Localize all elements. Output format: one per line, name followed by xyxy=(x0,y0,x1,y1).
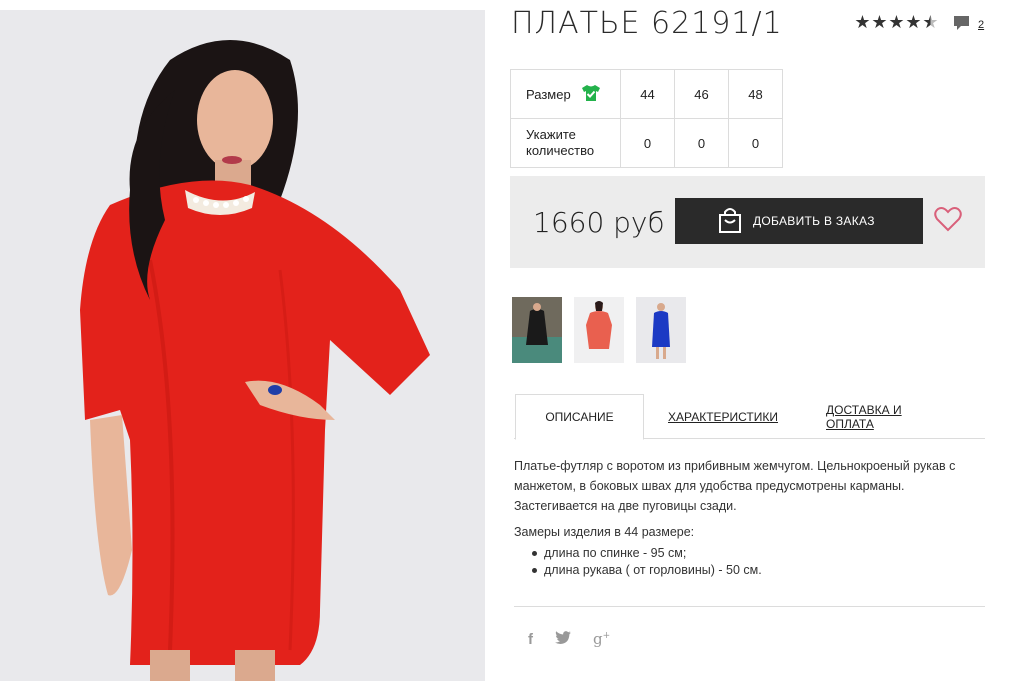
thumbnail-red-dress[interactable] xyxy=(574,297,624,363)
list-item: длина по спинке - 95 см; xyxy=(532,545,762,562)
thumbnail-black-dress[interactable] xyxy=(512,297,562,363)
google-plus-icon[interactable]: g+ xyxy=(593,630,610,648)
comments-count[interactable]: 2 xyxy=(978,19,984,31)
size-label: Размер xyxy=(526,86,571,102)
size-option[interactable]: 44 xyxy=(620,69,675,119)
comment-icon xyxy=(953,14,970,36)
quantity-input[interactable]: 0 xyxy=(674,118,729,168)
thumbnail-blue-dress[interactable] xyxy=(636,297,686,363)
add-to-order-label: ДОБАВИТЬ В ЗАКАЗ xyxy=(753,214,875,228)
half-star-icon[interactable]: ★ xyxy=(922,12,939,33)
size-option[interactable]: 48 xyxy=(728,69,783,119)
quantity-label: Укажите количество xyxy=(510,118,621,168)
divider xyxy=(514,606,985,607)
social-share: f g+ xyxy=(528,630,610,648)
list-item: длина рукава ( от горловины) - 50 см. xyxy=(532,562,762,579)
tab-characteristics[interactable]: ХАРАКТЕРИСТИКИ xyxy=(668,394,778,439)
size-table: Размер 44 46 48 Укажите количество 0 0 0 xyxy=(510,69,783,168)
quantity-input[interactable]: 0 xyxy=(620,118,675,168)
measure-list: длина по спинке - 95 см; длина рукава ( … xyxy=(532,545,762,579)
star-icon[interactable]: ★ xyxy=(905,12,922,33)
tab-description[interactable]: ОПИСАНИЕ xyxy=(515,394,644,440)
product-title: ПЛАТЬЕ 62191/1 xyxy=(511,6,783,41)
product-description: Платье-футляр с воротом из прибивным жем… xyxy=(514,459,956,513)
heart-icon[interactable] xyxy=(934,206,962,237)
check-shirt-icon[interactable] xyxy=(581,84,601,105)
product-tabs: ОПИСАНИЕ ХАРАКТЕРИСТИКИ ДОСТАВКА И ОПЛАТ… xyxy=(514,394,985,440)
price: 1660 руб xyxy=(533,206,665,239)
star-icon[interactable]: ★ xyxy=(854,12,871,33)
facebook-icon[interactable]: f xyxy=(528,631,533,648)
bag-icon xyxy=(717,206,743,237)
twitter-icon[interactable] xyxy=(555,630,571,648)
star-icon[interactable]: ★ xyxy=(888,12,905,33)
thumbnail-strip xyxy=(512,297,686,363)
product-main-photo[interactable] xyxy=(0,10,485,681)
quantity-input[interactable]: 0 xyxy=(728,118,783,168)
measure-title: Замеры изделия в 44 размере: xyxy=(514,525,695,539)
star-icon[interactable]: ★ xyxy=(871,12,888,33)
size-option[interactable]: 46 xyxy=(674,69,729,119)
comments-link[interactable]: 2 xyxy=(953,14,984,36)
add-to-order-button[interactable]: ДОБАВИТЬ В ЗАКАЗ xyxy=(675,198,923,244)
product-rating[interactable]: ★★★★★ xyxy=(854,12,939,33)
price-box: 1660 руб ДОБАВИТЬ В ЗАКАЗ xyxy=(510,176,985,268)
tab-delivery[interactable]: ДОСТАВКА И ОПЛАТА xyxy=(826,394,952,439)
